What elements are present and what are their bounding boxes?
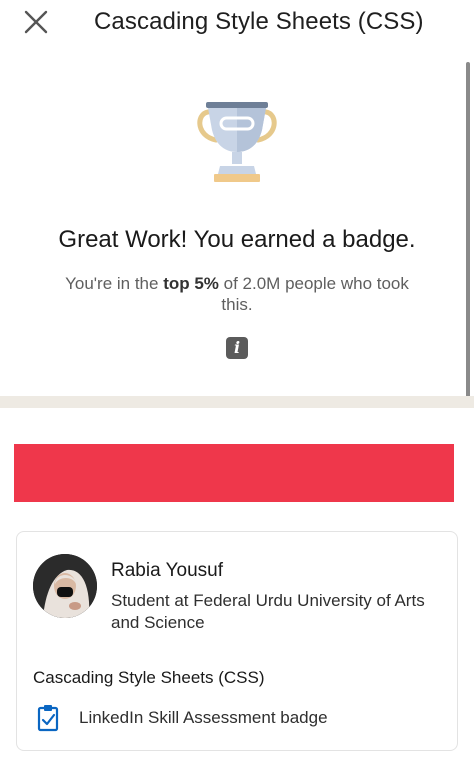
info-icon[interactable]: i [226, 337, 248, 359]
success-headline: Great Work! You earned a badge. [58, 226, 416, 253]
percentile-text: You're in the top 5% of 2.0M people who … [60, 273, 414, 315]
clipboard-check-icon [37, 704, 59, 732]
top-bar: Cascading Style Sheets (CSS) [0, 0, 474, 48]
percentile-suffix: of 2.0M people who took this. [218, 274, 409, 314]
avatar[interactable] [33, 554, 97, 618]
skill-name: Cascading Style Sheets (CSS) [33, 668, 265, 687]
page-title: Cascading Style Sheets (CSS) [94, 8, 424, 35]
profile-headline: Student at Federal Urdu University of Ar… [111, 591, 425, 632]
percentile-prefix: You're in the [65, 274, 164, 293]
section-divider [0, 396, 474, 408]
profile-card[interactable]: Rabia Yousuf Student at Federal Urdu Uni… [16, 531, 458, 751]
badge-label: LinkedIn Skill Assessment badge [79, 708, 328, 727]
close-icon[interactable] [22, 8, 50, 36]
trophy-icon [194, 100, 280, 184]
profile-name[interactable]: Rabia Yousuf [111, 560, 223, 582]
percentile-value: top 5% [163, 274, 219, 293]
red-banner [14, 444, 454, 502]
